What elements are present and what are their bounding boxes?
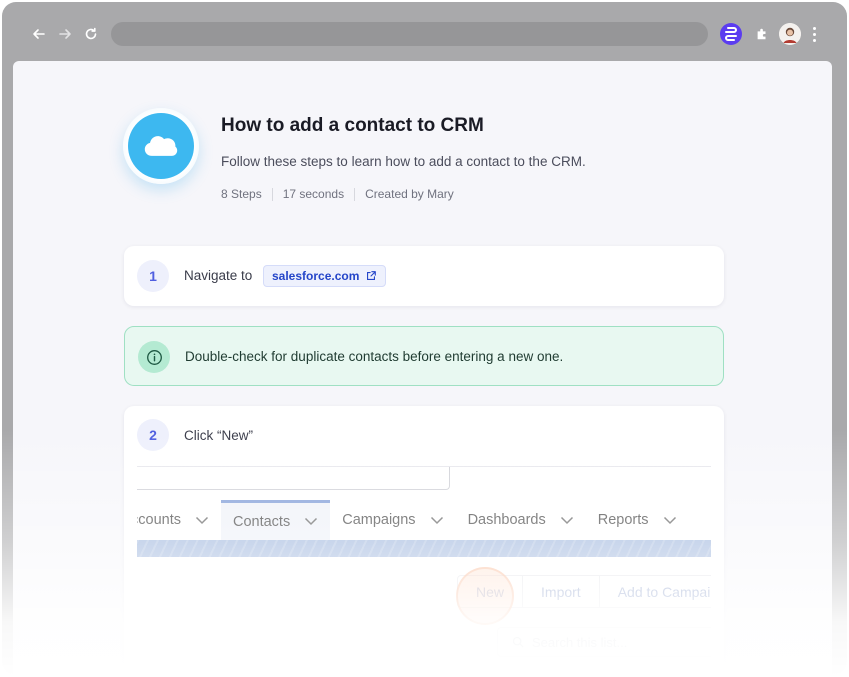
browser-toolbar xyxy=(2,2,847,62)
step-number: 2 xyxy=(137,419,169,451)
tab-contacts[interactable]: Contacts xyxy=(220,500,331,540)
step-number: 1 xyxy=(137,260,169,292)
avatar-icon xyxy=(779,23,801,45)
info-icon xyxy=(146,349,162,365)
meta-divider xyxy=(354,187,356,201)
guide-meta: 8 Steps 17 seconds Created by Mary xyxy=(221,187,454,201)
guide-title: How to add a contact to CRM xyxy=(221,115,484,136)
add-to-campaign-button[interactable]: Add to Campai xyxy=(600,576,711,607)
tip-text: Double-check for duplicate contacts befo… xyxy=(185,349,564,364)
info-icon-wrap xyxy=(138,341,170,373)
step-card-1: 1 Navigate to salesforce.com xyxy=(124,246,724,306)
search-placeholder: Search this list... xyxy=(532,634,628,650)
tip-callout: Double-check for duplicate contacts befo… xyxy=(124,326,724,386)
header-band xyxy=(137,540,711,557)
kebab-menu-icon xyxy=(812,26,816,30)
extension-button[interactable] xyxy=(720,23,742,45)
cloud-icon xyxy=(144,136,178,156)
chevron-down-icon xyxy=(430,516,443,524)
scribe-logo-icon xyxy=(725,27,737,41)
step-card-2: 2 Click “New” ccounts Contacts Campaigns xyxy=(124,406,724,675)
profile-avatar[interactable] xyxy=(779,23,801,45)
guide-description: Follow these steps to learn how to add a… xyxy=(221,154,586,169)
browser-window: How to add a contact to CRM Follow these… xyxy=(2,2,847,675)
import-button[interactable]: Import xyxy=(523,576,600,607)
tab-label: Campaigns xyxy=(342,512,416,528)
step-text: Click “New” xyxy=(184,428,253,443)
external-link-icon xyxy=(367,271,377,280)
search-icon xyxy=(512,636,524,648)
tab-reports[interactable]: Reports xyxy=(586,500,689,540)
address-bar[interactable] xyxy=(111,22,708,46)
tab-label: Contacts xyxy=(232,513,291,530)
puzzle-icon xyxy=(757,28,766,40)
link-text: salesforce.com xyxy=(272,269,360,283)
duration: 17 seconds xyxy=(282,187,345,201)
salesforce-link[interactable]: salesforce.com xyxy=(263,265,387,287)
page-viewport: How to add a contact to CRM Follow these… xyxy=(13,61,832,675)
search-list-input[interactable]: Search this list... xyxy=(497,627,711,657)
reload-icon xyxy=(85,27,97,40)
chevron-down-icon xyxy=(195,516,209,524)
back-button[interactable] xyxy=(27,22,51,46)
click-highlight xyxy=(456,567,514,625)
crm-tab-bar: ccounts Contacts Campaigns Dashboards xyxy=(137,500,711,540)
arrow-right-icon xyxy=(59,29,71,39)
tab-accounts[interactable]: ccounts xyxy=(137,500,221,540)
tab-label: Reports xyxy=(597,512,649,528)
chevron-down-icon xyxy=(305,517,318,526)
chevron-down-icon xyxy=(560,516,573,524)
tab-campaigns[interactable]: Campaigns xyxy=(330,500,455,540)
tab-dashboards[interactable]: Dashboards xyxy=(456,500,586,540)
forward-button[interactable] xyxy=(53,22,77,46)
tab-label: ccounts xyxy=(137,512,181,528)
reload-button[interactable] xyxy=(79,22,103,46)
browser-menu-button[interactable] xyxy=(807,24,821,44)
step-screenshot: ccounts Contacts Campaigns Dashboards xyxy=(137,466,711,666)
tab-label: Dashboards xyxy=(467,512,546,528)
meta-divider xyxy=(271,187,273,201)
screenshot-search-box xyxy=(137,467,450,490)
salesforce-logo-inner xyxy=(128,113,194,179)
step-text: Navigate to xyxy=(184,268,253,283)
kebab-dot xyxy=(812,32,816,36)
author: Created by Mary xyxy=(365,187,454,201)
kebab-dot xyxy=(812,38,816,42)
steps-count: 8 Steps xyxy=(221,187,262,201)
arrow-left-icon xyxy=(33,29,45,39)
extensions-button[interactable] xyxy=(752,24,772,44)
chevron-down-icon xyxy=(663,516,676,524)
salesforce-logo xyxy=(123,108,199,184)
